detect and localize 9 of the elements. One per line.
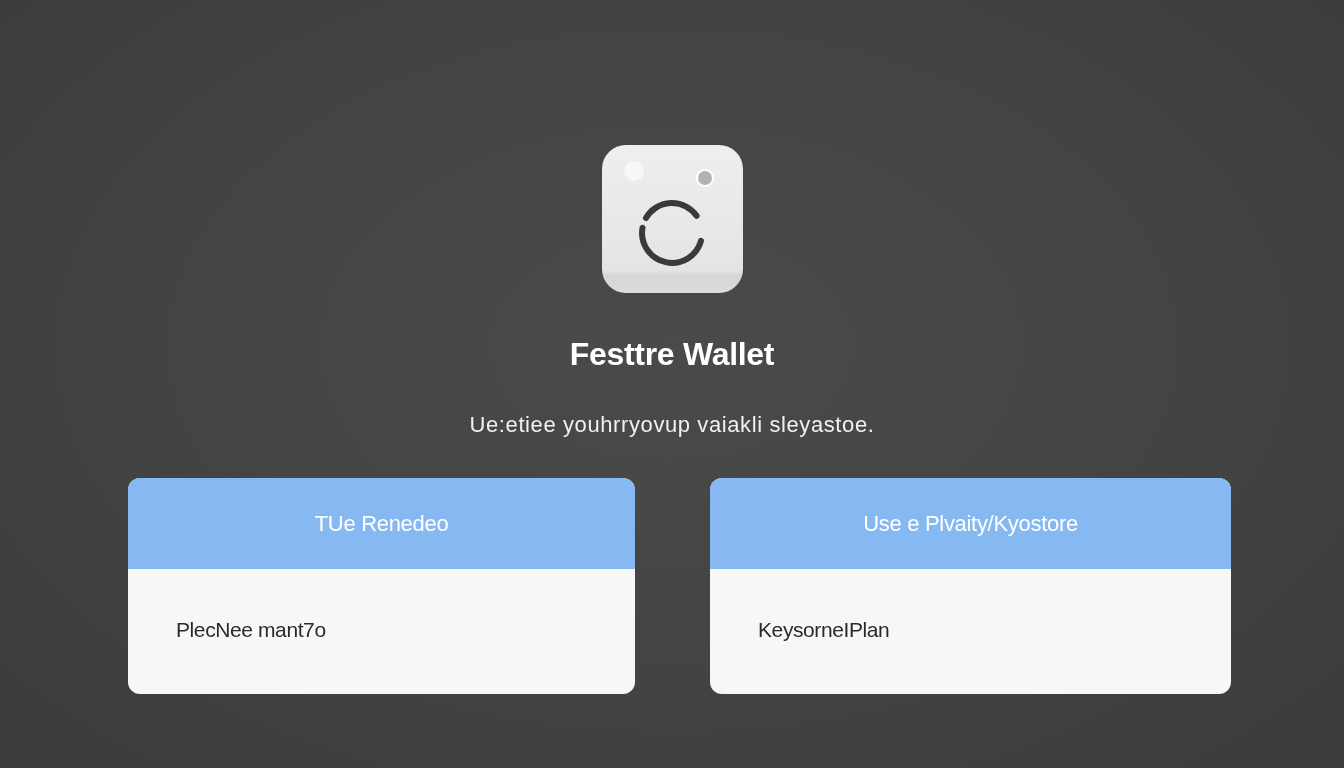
card-description: KeysorneIPlan <box>758 618 890 642</box>
card-description: PlecNee mant7o <box>176 618 326 642</box>
card-header: Use e Plvaity/Kyostore <box>710 478 1231 569</box>
option-card[interactable]: TUe Renedeo PlecNee mant7o <box>128 478 635 694</box>
app-subtitle: Ue:etiee youhrryovup vaiakli sleyastoe. <box>469 411 875 439</box>
card-header: TUe Renedeo <box>128 478 635 569</box>
option-card[interactable]: Use e Plvaity/Kyostore KeysorneIPlan <box>710 478 1231 694</box>
app-title: Festtre Wallet <box>569 335 775 373</box>
app-logo-icon <box>601 145 743 293</box>
